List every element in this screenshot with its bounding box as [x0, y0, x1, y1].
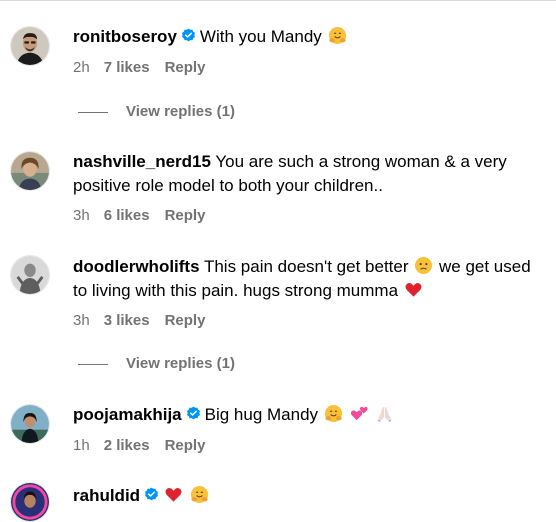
comment-meta: 1h 2 likes Reply: [73, 437, 205, 455]
likes-count[interactable]: 3 likes: [104, 312, 150, 329]
reply-button[interactable]: Reply: [165, 312, 206, 329]
comment-body: ronitboseroy With you Mandy: [73, 25, 548, 49]
username[interactable]: nashville_nerd15: [73, 152, 211, 171]
comment-body: nashville_nerd15 You are such a strong w…: [73, 150, 548, 198]
timestamp[interactable]: 3h: [73, 207, 90, 224]
view-replies-button[interactable]: View replies (1): [78, 355, 235, 373]
username[interactable]: poojamakhija: [73, 405, 182, 424]
comment-body: rahuldid: [73, 484, 548, 508]
timestamp[interactable]: 2h: [73, 59, 90, 76]
timestamp[interactable]: 3h: [73, 312, 90, 329]
reply-button[interactable]: Reply: [165, 437, 206, 454]
top-divider: [0, 0, 556, 1]
red-heart-emoji: [404, 280, 423, 299]
replies-divider: [78, 111, 108, 113]
verified-badge-icon: [181, 28, 196, 43]
comment-text: With you Mandy: [199, 27, 322, 46]
reply-button[interactable]: Reply: [165, 207, 206, 224]
avatar[interactable]: [10, 482, 50, 522]
username[interactable]: ronitboseroy: [73, 27, 177, 46]
two-hearts-emoji: [350, 404, 369, 423]
comment-text-part1: This pain doesn't get better: [203, 257, 409, 276]
view-replies-label: View replies (1): [126, 103, 235, 120]
hugging-face-emoji: [190, 485, 209, 504]
username[interactable]: doodlerwholifts: [73, 257, 200, 276]
comment-meta: 3h 3 likes Reply: [73, 312, 205, 330]
hugging-face-emoji: [328, 26, 347, 45]
avatar[interactable]: [10, 404, 50, 444]
likes-count[interactable]: 2 likes: [104, 437, 150, 454]
comment-body: poojamakhija Big hug Mandy: [73, 403, 548, 427]
comment-meta: 2h 7 likes Reply: [73, 59, 205, 77]
verified-badge-icon: [186, 406, 201, 421]
hugging-face-emoji: [324, 404, 343, 423]
avatar[interactable]: [10, 151, 50, 191]
replies-divider: [78, 363, 108, 365]
avatar[interactable]: [10, 26, 50, 66]
timestamp[interactable]: 1h: [73, 437, 90, 454]
sad-face-emoji: [414, 256, 433, 275]
view-replies-button[interactable]: View replies (1): [78, 103, 235, 121]
reply-button[interactable]: Reply: [165, 59, 206, 76]
likes-count[interactable]: 7 likes: [104, 59, 150, 76]
comment-meta: 3h 6 likes Reply: [73, 207, 205, 225]
view-replies-label: View replies (1): [126, 355, 235, 372]
praying-hands-emoji: [375, 404, 394, 423]
red-heart-emoji: [164, 485, 183, 504]
comment-body: doodlerwholifts This pain doesn't get be…: [73, 255, 548, 303]
likes-count[interactable]: 6 likes: [104, 207, 150, 224]
username[interactable]: rahuldid: [73, 486, 140, 505]
comment-text: Big hug Mandy: [204, 405, 319, 424]
verified-badge-icon: [144, 487, 159, 502]
avatar[interactable]: [10, 255, 50, 295]
